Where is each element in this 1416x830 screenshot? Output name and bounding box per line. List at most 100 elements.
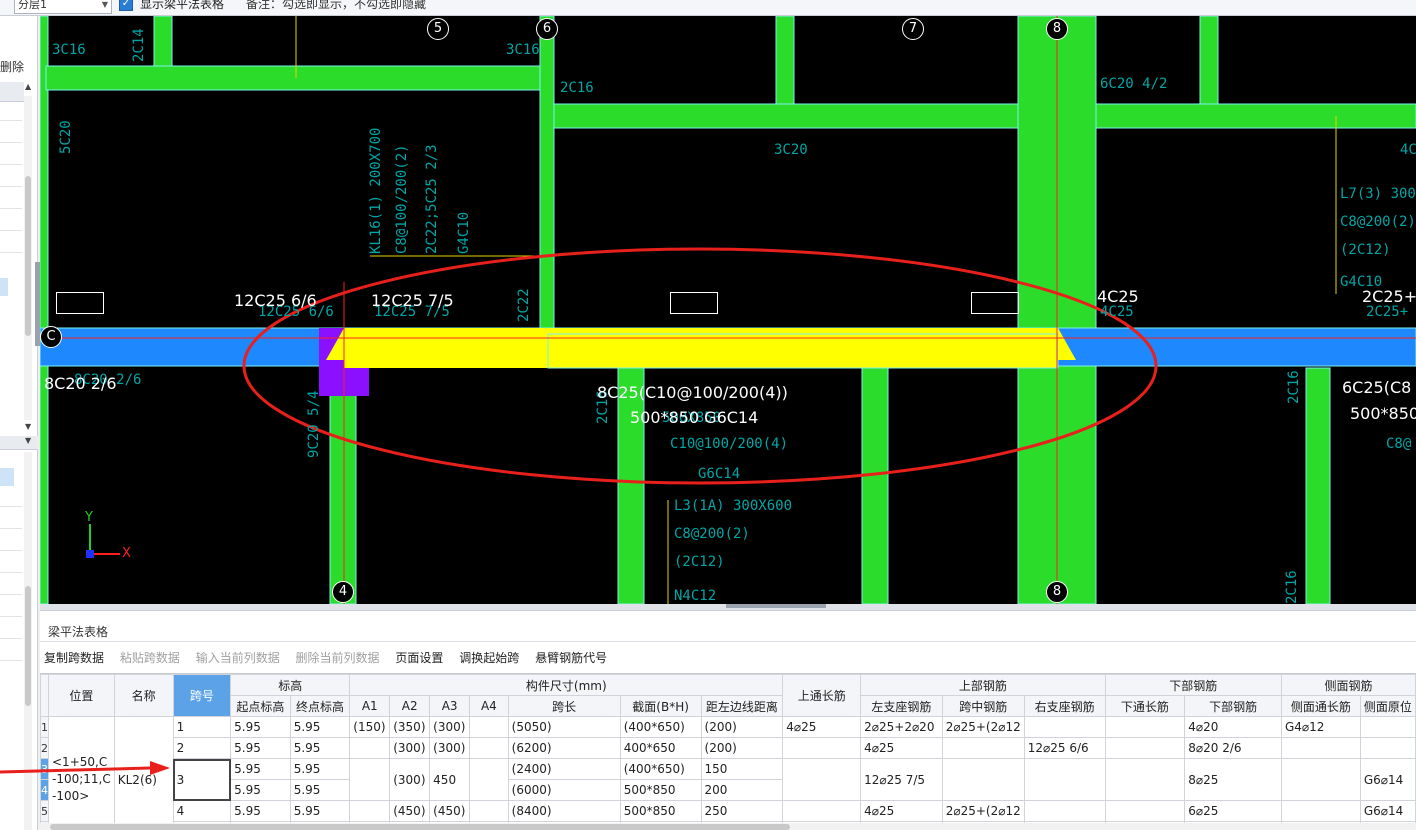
- sec-cell[interactable]: 500*850: [619, 779, 702, 801]
- a3-cell[interactable]: (300): [429, 737, 471, 759]
- len-cell[interactable]: (8400): [507, 800, 621, 822]
- a1-cell[interactable]: [349, 758, 391, 801]
- paste-span-button[interactable]: 粘贴跨数据: [120, 649, 180, 666]
- side-orig-cell[interactable]: [1359, 716, 1416, 738]
- left-cell[interactable]: 12⌀25 7/5: [860, 758, 943, 801]
- right-cell[interactable]: 12⌀25 6/6: [1023, 737, 1106, 759]
- left-list2-scroll-thumb[interactable]: [25, 586, 31, 706]
- delete-button[interactable]: 删除: [0, 58, 24, 75]
- left-list2-selected-row[interactable]: [0, 468, 14, 486]
- bot-cell[interactable]: 4⌀20: [1184, 716, 1282, 738]
- top-through-cell[interactable]: [782, 737, 862, 759]
- floor-select[interactable]: 分层1 ▼: [14, 0, 112, 14]
- top-through-cell[interactable]: 4⌀25: [782, 716, 862, 738]
- bot-through-cell[interactable]: [1104, 758, 1186, 801]
- span-cell[interactable]: 1: [172, 716, 232, 738]
- col-header-span[interactable]: 跨号: [172, 674, 232, 717]
- right-cell[interactable]: [1023, 716, 1106, 738]
- bot-through-cell[interactable]: [1104, 716, 1186, 738]
- beam-segment[interactable]: [329, 367, 357, 604]
- dist-cell[interactable]: 250: [700, 800, 784, 822]
- delete-column-button[interactable]: 删除当前列数据: [296, 649, 380, 666]
- end-cell[interactable]: 5.95: [289, 716, 351, 738]
- span-cell[interactable]: 3: [172, 758, 232, 801]
- bot-through-cell[interactable]: [1104, 737, 1186, 759]
- table-row[interactable]: 3 3 5.95 5.95 (300) 450 (2400) (400*650) 150 12⌀2…: [40, 758, 1416, 801]
- left-list-selected-row[interactable]: [0, 278, 8, 296]
- dist-cell[interactable]: (200): [700, 716, 784, 738]
- sec-cell[interactable]: (400*650): [619, 758, 702, 780]
- left-cell[interactable]: 2⌀25+2⌀20: [860, 716, 943, 738]
- a2-cell[interactable]: (350): [389, 716, 431, 738]
- a1-cell[interactable]: (150): [349, 716, 391, 738]
- collapse-icon[interactable]: ▼: [25, 436, 31, 445]
- right-cell[interactable]: [1023, 758, 1106, 801]
- right-cell[interactable]: [1023, 800, 1106, 822]
- left-list-scroll-thumb[interactable]: [25, 176, 31, 336]
- side-orig-cell[interactable]: G6⌀14: [1359, 800, 1416, 822]
- end-cell[interactable]: 5.95: [289, 737, 351, 759]
- sec-cell[interactable]: 500*850: [619, 800, 702, 822]
- bot-cell[interactable]: 8⌀20 2/6: [1184, 737, 1282, 759]
- beam-segment[interactable]: [861, 367, 889, 604]
- a2-cell[interactable]: (450): [389, 800, 431, 822]
- beam-segment[interactable]: [553, 103, 1019, 129]
- left-cell[interactable]: 4⌀25: [860, 737, 943, 759]
- mid-cell[interactable]: 2⌀25+(2⌀12: [941, 800, 1025, 822]
- left-cell[interactable]: 4⌀25: [860, 800, 943, 822]
- end-cell[interactable]: 5.95: [289, 758, 351, 780]
- row-number[interactable]: 5: [40, 800, 49, 822]
- row-number[interactable]: 1: [40, 716, 49, 738]
- a2-cell[interactable]: (300): [389, 758, 431, 801]
- side-through-cell[interactable]: [1280, 758, 1361, 801]
- len-cell[interactable]: (2400): [507, 758, 621, 780]
- beam-segment[interactable]: [45, 65, 541, 91]
- side-through-cell[interactable]: G4⌀12: [1280, 716, 1361, 738]
- a1-cell[interactable]: [349, 800, 391, 822]
- page-setup-button[interactable]: 页面设置: [395, 649, 443, 666]
- input-column-button[interactable]: 输入当前列数据: [196, 649, 280, 666]
- a3-cell[interactable]: (450): [429, 800, 471, 822]
- row-number[interactable]: 2: [40, 737, 49, 759]
- bot-cell[interactable]: 6⌀25: [1184, 800, 1282, 822]
- row-number[interactable]: 4: [40, 779, 49, 801]
- beam-segment[interactable]: [1095, 103, 1416, 129]
- show-table-checkbox[interactable]: ✓: [119, 0, 133, 11]
- start-cell[interactable]: 5.95: [230, 779, 291, 801]
- table-row[interactable]: 5 4 5.95 5.95 (450) (450) (8400) 500*850 250 4⌀25…: [40, 800, 1416, 822]
- mid-cell[interactable]: 2⌀25+(2⌀12: [941, 716, 1025, 738]
- span-cell[interactable]: 2: [172, 737, 232, 759]
- start-cell[interactable]: 5.95: [230, 800, 291, 822]
- side-through-cell[interactable]: [1280, 800, 1361, 822]
- scroll-down-icon[interactable]: ▼: [25, 422, 31, 431]
- table-row[interactable]: 1 <1+50,C -100;11,C -100> KL2(6) 1 5.95 5.95 (15…: [40, 716, 1416, 823]
- len-cell[interactable]: (6200): [507, 737, 621, 759]
- cad-drawing-canvas[interactable]: 5 6 7 8 4 8 C 3C16 2C14 3C16 2C16 6C20 4…: [40, 16, 1416, 604]
- beam-segment[interactable]: [617, 367, 645, 604]
- mid-cell[interactable]: [941, 737, 1025, 759]
- scroll-up-icon[interactable]: ▲: [25, 82, 31, 91]
- top-through-cell[interactable]: [782, 800, 862, 822]
- copy-span-button[interactable]: 复制跨数据: [44, 649, 104, 666]
- len-cell[interactable]: (5050): [507, 716, 621, 738]
- span-cell[interactable]: 4: [172, 800, 232, 822]
- end-cell[interactable]: 5.95: [289, 800, 351, 822]
- sec-cell[interactable]: 400*650: [619, 737, 702, 759]
- beam-segment[interactable]: [1199, 16, 1219, 105]
- beam-segment[interactable]: [775, 16, 795, 105]
- start-cell[interactable]: 5.95: [230, 758, 291, 780]
- table-row[interactable]: 2 2 5.95 5.95 (300) (300) (6200) 400*650 (200) 4⌀…: [40, 737, 1416, 759]
- a3-cell[interactable]: 450: [429, 758, 471, 801]
- a4-cell[interactable]: [469, 716, 509, 738]
- a4-cell[interactable]: [469, 737, 509, 759]
- beam-segment[interactable]: [153, 16, 173, 67]
- dist-cell[interactable]: 150: [700, 758, 784, 780]
- table-horizontal-scrollbar[interactable]: [40, 823, 1416, 830]
- column-left-edge[interactable]: [40, 16, 49, 604]
- top-through-cell[interactable]: [782, 758, 862, 801]
- a4-cell[interactable]: [469, 800, 509, 822]
- dist-cell[interactable]: 200: [700, 779, 784, 801]
- bot-through-cell[interactable]: [1104, 800, 1186, 822]
- start-cell[interactable]: 5.95: [230, 737, 291, 759]
- beam-segment[interactable]: [539, 16, 555, 331]
